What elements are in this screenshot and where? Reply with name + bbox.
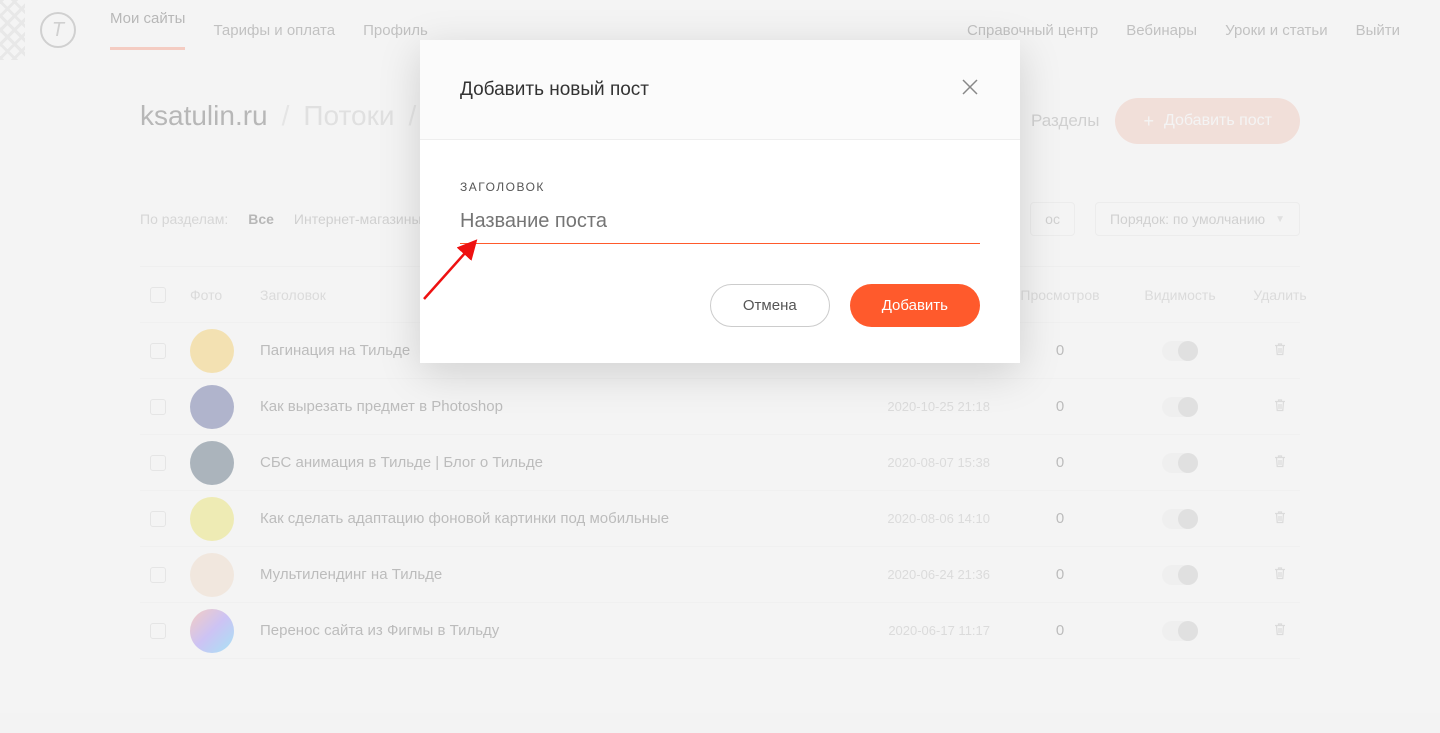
modal-body: ЗАГОЛОВОК Отмена Добавить — [420, 140, 1020, 363]
close-icon[interactable] — [960, 77, 980, 102]
cancel-button[interactable]: Отмена — [710, 284, 830, 327]
submit-button[interactable]: Добавить — [850, 284, 980, 327]
add-post-modal: Добавить новый пост ЗАГОЛОВОК Отмена Доб… — [420, 40, 1020, 363]
modal-header: Добавить новый пост — [420, 40, 1020, 140]
post-title-input[interactable] — [460, 204, 980, 244]
modal-title: Добавить новый пост — [460, 79, 649, 101]
modal-actions: Отмена Добавить — [460, 284, 980, 327]
field-label-title: ЗАГОЛОВОК — [460, 180, 980, 194]
